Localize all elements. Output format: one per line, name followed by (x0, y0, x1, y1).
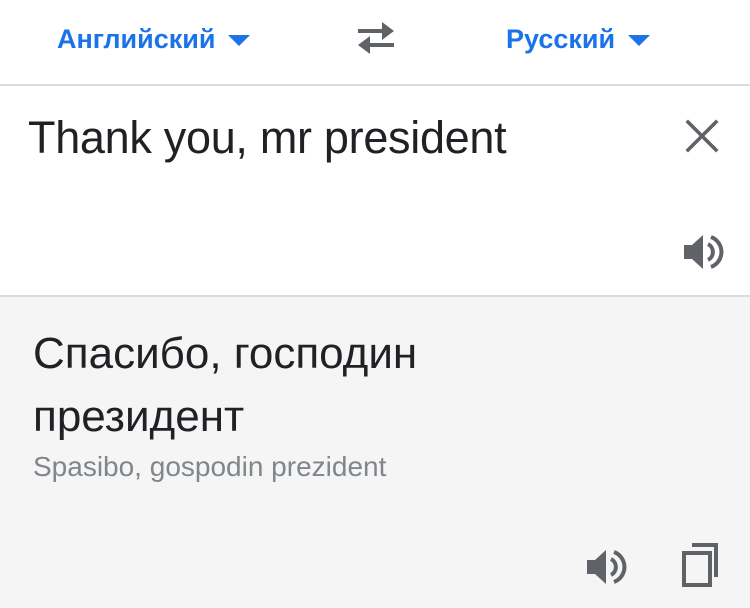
source-language-button[interactable]: Английский (57, 20, 251, 58)
target-language-label: Русский (506, 23, 616, 54)
translate-app: Английский Русский Thank you, mr preside… (0, 0, 750, 608)
source-text[interactable]: Thank you, mr president (28, 112, 507, 164)
swap-languages-icon (358, 22, 394, 54)
chevron-down-icon (628, 35, 651, 46)
transliteration-text: Spasibo, gospodin prezident (33, 451, 387, 482)
translation-output-area: Спасибо, господин президент Spasibo, gos… (0, 297, 750, 608)
copy-translation-button[interactable] (680, 541, 724, 589)
swap-languages-button[interactable] (352, 18, 400, 58)
listen-source-button[interactable] (680, 230, 724, 274)
speaker-icon (684, 235, 724, 269)
speaker-icon (587, 550, 627, 584)
close-icon (685, 119, 719, 153)
chevron-down-icon (228, 35, 251, 46)
target-language-button[interactable]: Русский (506, 20, 651, 58)
listen-translation-button[interactable] (582, 545, 628, 589)
copy-icon (682, 543, 718, 587)
clear-button[interactable] (680, 114, 724, 158)
source-language-label: Английский (57, 23, 216, 54)
source-input-area[interactable]: Thank you, mr president (0, 86, 750, 297)
translation-text: Спасибо, господин президент (33, 329, 418, 441)
language-bar: Английский Русский (0, 0, 750, 86)
